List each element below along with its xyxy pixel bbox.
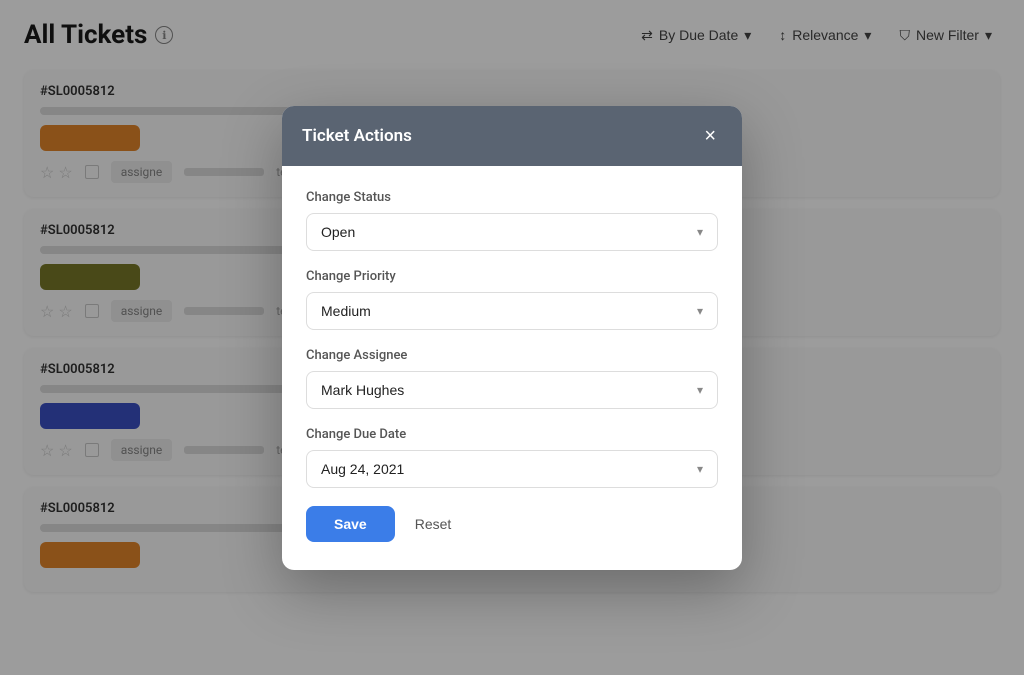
priority-value: Medium (321, 303, 371, 319)
assignee-label: Change Assignee (306, 348, 718, 363)
due-date-label: Change Due Date (306, 427, 718, 442)
priority-select[interactable]: Medium ▾ (306, 292, 718, 330)
modal-header: Ticket Actions × (282, 106, 742, 166)
modal-title: Ticket Actions (302, 126, 412, 146)
status-label: Change Status (306, 190, 718, 205)
due-date-field-group: Change Due Date Aug 24, 2021 ▾ (306, 427, 718, 488)
modal-actions: Save Reset (306, 506, 718, 542)
due-date-chevron-icon: ▾ (697, 462, 703, 476)
priority-chevron-icon: ▾ (697, 304, 703, 318)
status-value: Open (321, 224, 355, 240)
due-date-value: Aug 24, 2021 (321, 461, 404, 477)
save-button[interactable]: Save (306, 506, 395, 542)
status-select[interactable]: Open ▾ (306, 213, 718, 251)
assignee-value: Mark Hughes (321, 382, 404, 398)
modal-close-button[interactable]: × (698, 124, 722, 148)
reset-button[interactable]: Reset (411, 506, 456, 542)
status-chevron-icon: ▾ (697, 225, 703, 239)
status-field-group: Change Status Open ▾ (306, 190, 718, 251)
due-date-select[interactable]: Aug 24, 2021 ▾ (306, 450, 718, 488)
ticket-actions-modal: Ticket Actions × Change Status Open ▾ Ch… (282, 106, 742, 570)
modal-body: Change Status Open ▾ Change Priority Med… (282, 166, 742, 570)
assignee-chevron-icon: ▾ (697, 383, 703, 397)
assignee-select[interactable]: Mark Hughes ▾ (306, 371, 718, 409)
assignee-field-group: Change Assignee Mark Hughes ▾ (306, 348, 718, 409)
priority-field-group: Change Priority Medium ▾ (306, 269, 718, 330)
priority-label: Change Priority (306, 269, 718, 284)
modal-overlay: Ticket Actions × Change Status Open ▾ Ch… (0, 0, 1024, 675)
